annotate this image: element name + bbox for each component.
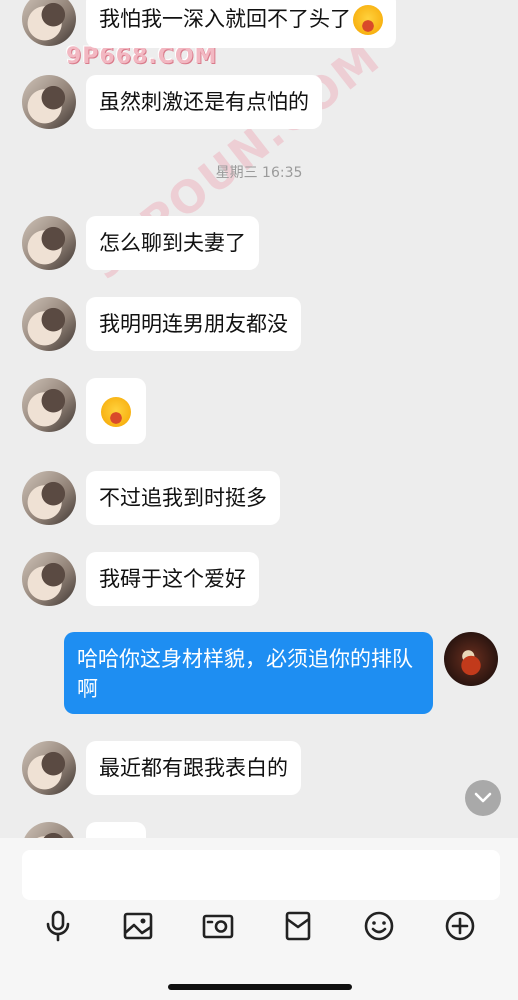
contact-avatar[interactable]	[22, 822, 76, 838]
message-text: 我明明连男朋友都没	[99, 312, 288, 336]
message-bubble[interactable]: 我碍于这个爱好	[86, 552, 259, 606]
voice-button[interactable]	[38, 906, 78, 946]
message-bubble[interactable]: 最近都有跟我表白的	[86, 741, 301, 795]
microphone-icon	[46, 910, 70, 942]
timestamp: 星期三 16:35	[215, 165, 303, 181]
message-text: 哈哈你这身材样貌，必须追你的排队啊	[77, 647, 413, 701]
message-bubble[interactable]: 我怕我一深入就回不了头了	[86, 0, 396, 48]
emoji-icon	[364, 911, 394, 941]
photo-icon	[123, 912, 153, 940]
contact-avatar[interactable]	[22, 0, 76, 46]
contact-avatar[interactable]	[22, 741, 76, 795]
message-text: 不过追我到时挺多	[99, 486, 267, 510]
message-input[interactable]	[22, 850, 500, 900]
contact-avatar[interactable]	[22, 216, 76, 270]
camera-icon	[202, 914, 234, 939]
message-bubble[interactable]: 不过追我到时挺多	[86, 471, 280, 525]
message-bubble[interactable]	[86, 378, 146, 444]
contact-avatar[interactable]	[22, 75, 76, 129]
chat-area[interactable]: 9P668.COM 91POUN.COM 我怕我一深入就回不了头了 虽然刺激还是…	[0, 0, 518, 838]
input-bar	[0, 838, 518, 1000]
message-text: 我碍于这个爱好	[99, 567, 246, 591]
message-text: 最近都有跟我表白的	[99, 756, 288, 780]
contact-avatar[interactable]	[22, 378, 76, 432]
camera-button[interactable]	[198, 906, 238, 946]
contact-avatar[interactable]	[22, 297, 76, 351]
photo-button[interactable]	[118, 906, 158, 946]
scroll-to-bottom-button[interactable]	[465, 780, 501, 816]
emoji-button[interactable]	[359, 906, 399, 946]
red-packet-icon	[285, 911, 311, 941]
contact-avatar[interactable]	[22, 471, 76, 525]
message-bubble[interactable]: 我明明连男朋友都没	[86, 297, 301, 351]
chevron-down-icon	[474, 792, 492, 803]
home-indicator	[168, 984, 352, 990]
contact-avatar[interactable]	[22, 552, 76, 606]
laughing-emoji-icon	[353, 5, 383, 35]
message-text: 怎么聊到夫妻了	[99, 231, 246, 255]
message-bubble[interactable]: 虽然刺激还是有点怕的	[86, 75, 322, 129]
message-bubble-me[interactable]: 哈哈你这身材样貌，必须追你的排队啊	[64, 632, 433, 714]
message-text: 我怕我一深入就回不了头了	[99, 7, 351, 31]
plus-icon	[445, 911, 475, 941]
message-text: 虽然刺激还是有点怕的	[99, 90, 309, 114]
message-bubble[interactable]: 怎么聊到夫妻了	[86, 216, 259, 270]
my-avatar[interactable]	[444, 632, 498, 686]
message-bubble[interactable]	[86, 822, 146, 838]
red-packet-button[interactable]	[278, 906, 318, 946]
laughing-emoji-icon	[101, 397, 131, 427]
more-button[interactable]	[440, 906, 480, 946]
